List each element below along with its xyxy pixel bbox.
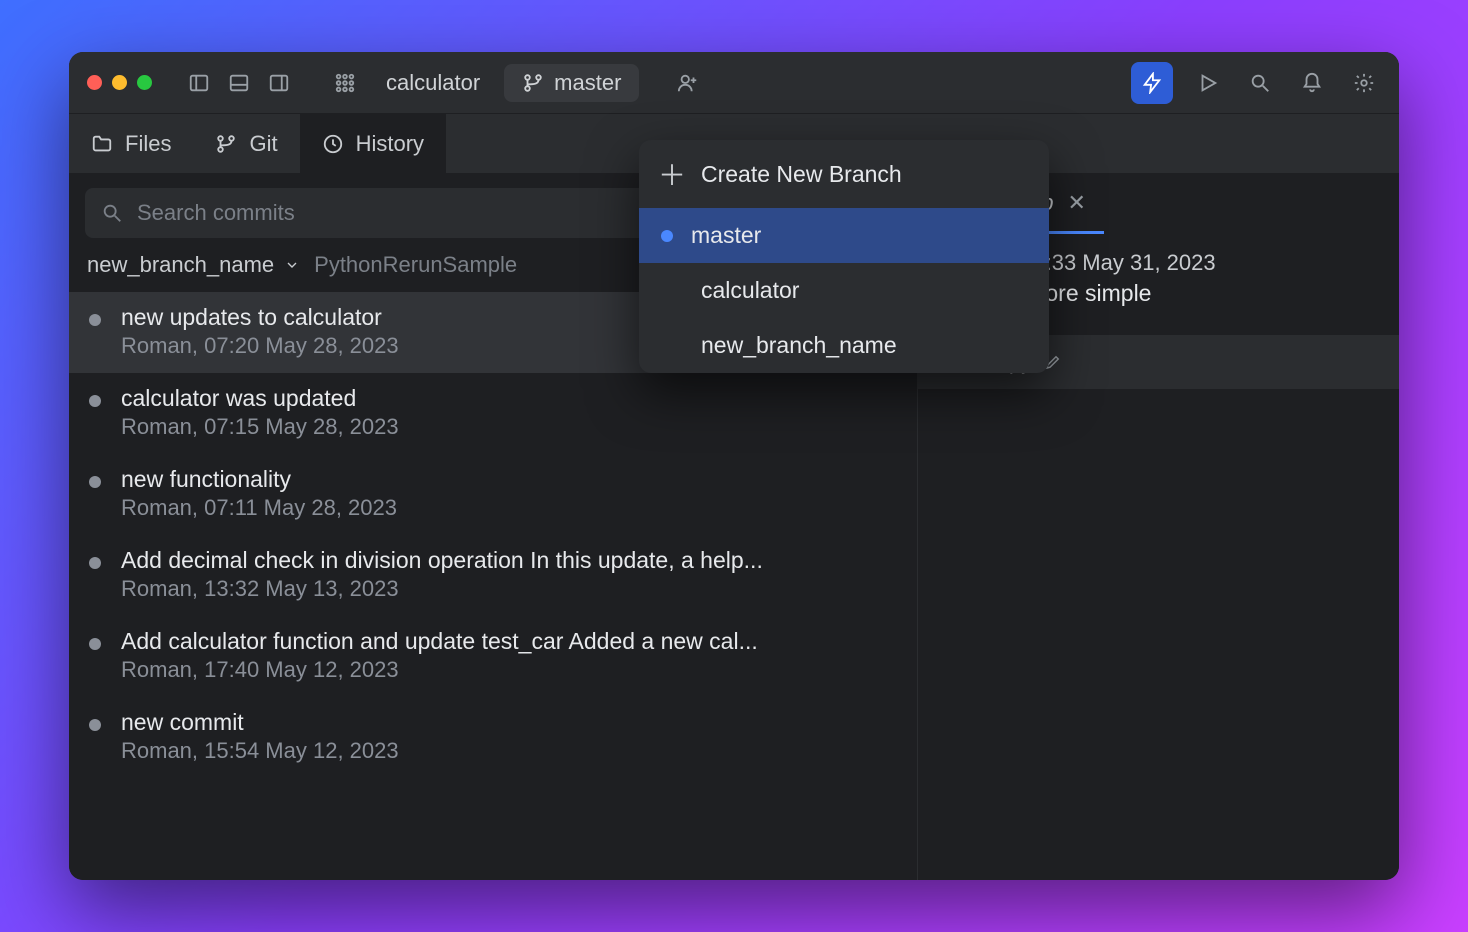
ai-assistant-button[interactable] bbox=[1131, 62, 1173, 104]
remote-filter[interactable]: PythonRerunSample bbox=[314, 252, 517, 278]
folder-icon bbox=[91, 133, 113, 155]
commit-meta: Roman, 07:11 May 28, 2023 bbox=[121, 495, 899, 521]
branch-icon bbox=[215, 133, 237, 155]
commit-meta: Roman, 07:15 May 28, 2023 bbox=[121, 414, 899, 440]
create-branch-item[interactable]: ＋ Create New Branch bbox=[639, 140, 1049, 208]
panel-bottom-icon[interactable] bbox=[222, 66, 256, 100]
current-branch-indicator-icon bbox=[661, 230, 673, 242]
layout-icon-group bbox=[182, 66, 296, 100]
commit-meta: Roman, 15:54 May 12, 2023 bbox=[121, 738, 899, 764]
search-icon bbox=[101, 202, 123, 224]
commit-row[interactable]: calculator was updated Roman, 07:15 May … bbox=[69, 373, 917, 454]
commit-message: calculator was updated bbox=[121, 385, 899, 412]
titlebar: calculator master bbox=[69, 52, 1399, 114]
commit-list: new updates to calculator Roman, 07:20 M… bbox=[69, 292, 917, 880]
commit-node-icon bbox=[89, 638, 101, 650]
commit-node-icon bbox=[89, 719, 101, 731]
maximize-window-button[interactable] bbox=[137, 75, 152, 90]
branch-filter[interactable]: new_branch_name bbox=[87, 252, 300, 278]
commit-row[interactable]: Add decimal check in division operation … bbox=[69, 535, 917, 616]
branch-item-calculator[interactable]: calculator bbox=[639, 263, 1049, 318]
branch-label: master bbox=[554, 70, 621, 96]
branch-item-new-branch-name[interactable]: new_branch_name bbox=[639, 318, 1049, 373]
add-collaborator-icon[interactable] bbox=[671, 66, 705, 100]
branch-selector[interactable]: master bbox=[504, 64, 639, 102]
run-icon[interactable] bbox=[1191, 66, 1225, 100]
tab-git[interactable]: Git bbox=[193, 114, 299, 173]
notifications-icon[interactable] bbox=[1295, 66, 1329, 100]
commit-message: new commit bbox=[121, 709, 899, 736]
panel-right-icon[interactable] bbox=[262, 66, 296, 100]
commit-message: Add decimal check in division operation … bbox=[121, 547, 899, 574]
project-name[interactable]: calculator bbox=[370, 70, 496, 96]
commit-node-icon bbox=[89, 314, 101, 326]
plus-icon: ＋ bbox=[661, 154, 683, 194]
commit-node-icon bbox=[89, 476, 101, 488]
branch-icon bbox=[522, 72, 544, 94]
branch-dropdown: ＋ Create New Branch master calculator ne… bbox=[639, 140, 1049, 373]
commit-row[interactable]: Add calculator function and update test_… bbox=[69, 616, 917, 697]
branch-item-master[interactable]: master bbox=[639, 208, 1049, 263]
commit-node-icon bbox=[89, 557, 101, 569]
chevron-down-icon bbox=[284, 257, 300, 273]
apps-grid-icon[interactable] bbox=[328, 66, 362, 100]
window-controls bbox=[87, 75, 152, 90]
tab-files[interactable]: Files bbox=[69, 114, 193, 173]
clock-icon bbox=[322, 133, 344, 155]
commit-message: new functionality bbox=[121, 466, 899, 493]
commit-row[interactable]: new commit Roman, 15:54 May 12, 2023 bbox=[69, 697, 917, 778]
tab-history[interactable]: History bbox=[300, 114, 446, 173]
titlebar-right bbox=[1131, 62, 1381, 104]
commit-node-icon bbox=[89, 395, 101, 407]
close-tab-icon[interactable]: ✕ bbox=[1067, 190, 1085, 216]
app-window: calculator master bbox=[69, 52, 1399, 880]
commit-row[interactable]: new functionality Roman, 07:11 May 28, 2… bbox=[69, 454, 917, 535]
commit-message: Add calculator function and update test_… bbox=[121, 628, 899, 655]
search-icon[interactable] bbox=[1243, 66, 1277, 100]
panel-left-icon[interactable] bbox=[182, 66, 216, 100]
commit-meta: Roman, 17:40 May 12, 2023 bbox=[121, 657, 899, 683]
minimize-window-button[interactable] bbox=[112, 75, 127, 90]
settings-icon[interactable] bbox=[1347, 66, 1381, 100]
commit-meta: Roman, 13:32 May 13, 2023 bbox=[121, 576, 899, 602]
close-window-button[interactable] bbox=[87, 75, 102, 90]
